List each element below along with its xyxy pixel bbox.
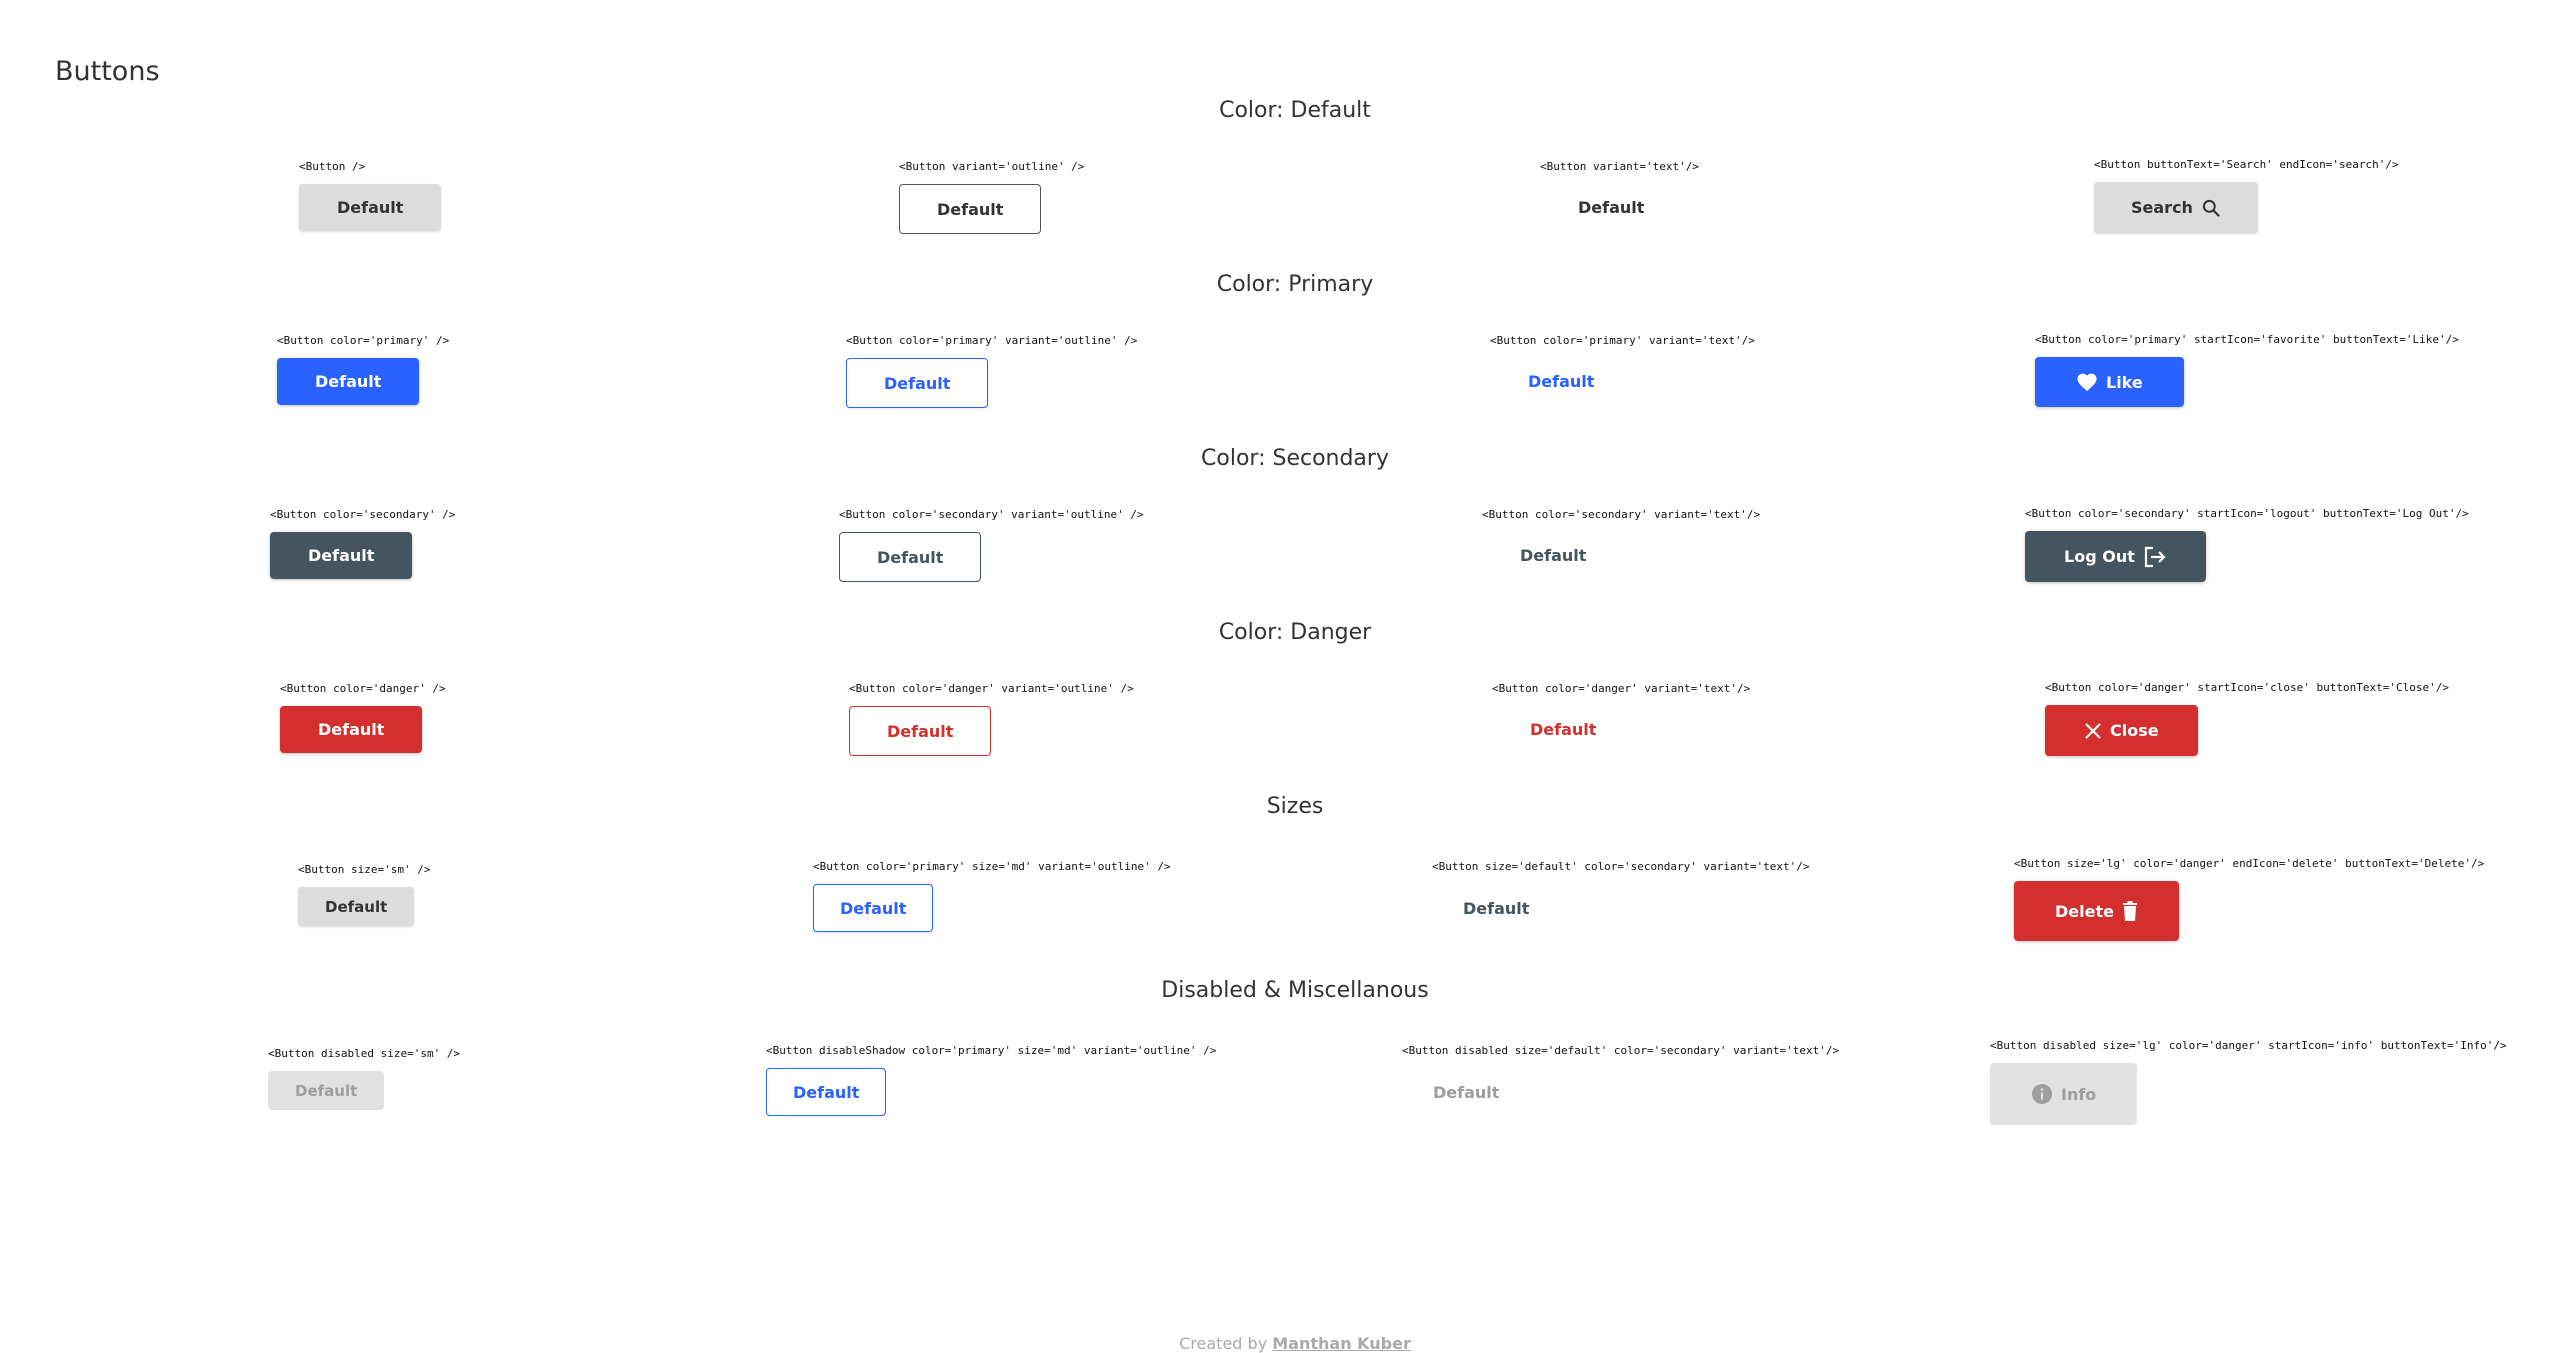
- footer-prefix: Created by: [1179, 1334, 1268, 1353]
- code-snippet: <Button color='secondary' variant='outli…: [839, 508, 1144, 521]
- example-danger-text: <Button color='danger' variant='text'/> …: [1492, 682, 1750, 753]
- example-secondary-logout: <Button color='secondary' startIcon='log…: [2025, 507, 2469, 582]
- default-size-text-button[interactable]: Default: [1432, 884, 1560, 932]
- logout-button[interactable]: Log Out: [2025, 531, 2206, 582]
- example-danger-outline: <Button color='danger' variant='outline'…: [849, 682, 1134, 756]
- example-size-default: <Button size='default' color='secondary'…: [1432, 860, 1810, 932]
- primary-text-button[interactable]: Default: [1490, 358, 1632, 405]
- logout-icon: [2143, 546, 2167, 568]
- code-snippet: <Button color='danger' startIcon='close'…: [2045, 681, 2449, 694]
- section-title-secondary: Color: Secondary: [1201, 446, 1389, 471]
- primary-button[interactable]: Default: [277, 358, 420, 405]
- example-disabled-text: <Button disabled size='default' color='s…: [1402, 1044, 1839, 1116]
- code-snippet: <Button color='primary' startIcon='favor…: [2035, 333, 2459, 346]
- code-snippet: <Button variant='outline' />: [899, 160, 1085, 173]
- like-button[interactable]: Like: [2035, 357, 2184, 407]
- like-button-label: Like: [2106, 372, 2143, 392]
- example-size-sm: <Button size='sm' /> Default: [298, 863, 430, 926]
- code-snippet: <Button buttonText='Search' endIcon='sea…: [2094, 158, 2399, 171]
- page-title: Buttons: [55, 56, 160, 87]
- disabled-info-button: Info: [1990, 1063, 2138, 1125]
- code-snippet: <Button color='primary' variant='outline…: [846, 334, 1138, 347]
- example-primary-outline: <Button color='primary' variant='outline…: [846, 334, 1137, 408]
- code-snippet: <Button disableShadow color='primary' si…: [766, 1044, 1217, 1057]
- code-snippet: <Button />: [299, 160, 366, 173]
- danger-button[interactable]: Default: [280, 706, 423, 753]
- search-icon: [2201, 198, 2221, 218]
- example-default-search: <Button buttonText='Search' endIcon='sea…: [2094, 158, 2399, 233]
- section-title-sizes: Sizes: [1266, 794, 1324, 819]
- code-snippet: <Button color='secondary' variant='text'…: [1482, 508, 1761, 521]
- code-snippet: <Button color='primary' variant='text'/>: [1490, 334, 1755, 347]
- example-secondary-fill: <Button color='secondary' /> Default: [270, 508, 455, 579]
- medium-outline-button[interactable]: Default: [813, 884, 934, 932]
- danger-outline-button[interactable]: Default: [849, 706, 992, 756]
- example-disabled-lg: <Button disabled size='lg' color='danger…: [1990, 1039, 2507, 1125]
- code-snippet: <Button color='secondary' />: [270, 508, 456, 521]
- code-snippet: <Button size='sm' />: [298, 863, 431, 876]
- section-title-danger: Color: Danger: [1218, 620, 1372, 645]
- code-snippet: <Button color='danger' variant='outline'…: [849, 682, 1134, 695]
- example-disabled-sm: <Button disabled size='sm' /> Default: [268, 1047, 460, 1110]
- code-snippet: <Button color='primary' size='md' varian…: [813, 860, 1171, 873]
- delete-button[interactable]: Delete: [2014, 881, 2179, 941]
- close-button-label: Close: [2110, 721, 2159, 740]
- example-size-md: <Button color='primary' size='md' varian…: [813, 860, 1171, 932]
- close-button[interactable]: Close: [2045, 705, 2198, 756]
- example-primary-fill: <Button color='primary' /> Default: [277, 334, 449, 405]
- default-button[interactable]: Default: [299, 184, 442, 231]
- primary-outline-button[interactable]: Default: [846, 358, 989, 408]
- danger-text-button[interactable]: Default: [1492, 706, 1634, 753]
- default-outline-button[interactable]: Default: [899, 184, 1042, 234]
- example-danger-close: <Button color='danger' startIcon='close'…: [2045, 681, 2449, 756]
- search-button-label: Search: [2131, 198, 2193, 217]
- code-snippet: <Button color='secondary' startIcon='log…: [2025, 507, 2469, 520]
- example-default-outline: <Button variant='outline' /> Default: [899, 160, 1084, 234]
- section-title-disabled: Disabled & Miscellanous: [1161, 978, 1429, 1003]
- code-snippet: <Button variant='text'/>: [1540, 160, 1699, 173]
- code-snippet: <Button color='danger' />: [280, 682, 446, 695]
- small-button[interactable]: Default: [298, 887, 415, 926]
- example-default-fill: <Button /> Default: [299, 160, 442, 231]
- example-secondary-outline: <Button color='secondary' variant='outli…: [839, 508, 1144, 582]
- no-shadow-outline-button[interactable]: Default: [766, 1068, 887, 1116]
- example-size-lg: <Button size='lg' color='danger' endIcon…: [2014, 857, 2484, 941]
- disabled-small-button: Default: [268, 1071, 385, 1110]
- example-danger-fill: <Button color='danger' /> Default: [280, 682, 446, 753]
- disabled-text-button: Default: [1402, 1068, 1530, 1116]
- section-title-default: Color: Default: [1219, 98, 1371, 123]
- example-disable-shadow: <Button disableShadow color='primary' si…: [766, 1044, 1216, 1116]
- example-primary-like: <Button color='primary' startIcon='favor…: [2035, 333, 2459, 407]
- info-icon: [2031, 1083, 2053, 1105]
- footer: Created by Manthan Kuber: [0, 1334, 2560, 1353]
- code-snippet: <Button color='danger' variant='text'/>: [1492, 682, 1751, 695]
- search-button[interactable]: Search: [2094, 182, 2258, 233]
- secondary-outline-button[interactable]: Default: [839, 532, 982, 582]
- delete-button-label: Delete: [2055, 901, 2114, 921]
- trash-icon: [2122, 901, 2138, 921]
- default-text-button[interactable]: Default: [1540, 184, 1682, 231]
- logout-button-label: Log Out: [2064, 547, 2135, 566]
- code-snippet: <Button disabled size='sm' />: [268, 1047, 461, 1060]
- heart-icon: [2076, 372, 2098, 392]
- example-primary-text: <Button color='primary' variant='text'/>…: [1490, 334, 1755, 405]
- author-link[interactable]: Manthan Kuber: [1272, 1334, 1411, 1353]
- example-default-text: <Button variant='text'/> Default: [1540, 160, 1699, 231]
- code-snippet: <Button color='primary' />: [277, 334, 450, 347]
- info-button-label: Info: [2061, 1084, 2097, 1104]
- section-title-primary: Color: Primary: [1216, 272, 1374, 297]
- secondary-text-button[interactable]: Default: [1482, 532, 1624, 579]
- code-snippet: <Button size='lg' color='danger' endIcon…: [2014, 857, 2485, 870]
- close-icon: [2084, 722, 2102, 740]
- code-snippet: <Button size='default' color='secondary'…: [1432, 860, 1810, 873]
- example-secondary-text: <Button color='secondary' variant='text'…: [1482, 508, 1760, 579]
- code-snippet: <Button disabled size='lg' color='danger…: [1990, 1039, 2507, 1052]
- code-snippet: <Button disabled size='default' color='s…: [1402, 1044, 1840, 1057]
- secondary-button[interactable]: Default: [270, 532, 413, 579]
